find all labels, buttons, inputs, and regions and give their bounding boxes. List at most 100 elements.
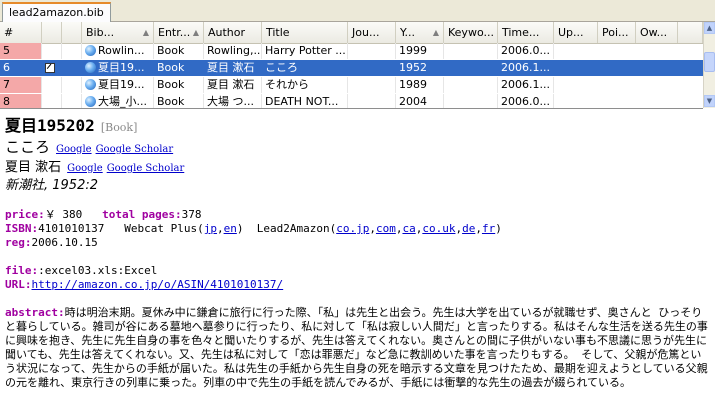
- sort-ascending-icon: ▲: [192, 28, 199, 37]
- isbn-value: 4101010137: [38, 222, 105, 235]
- attachment-cell: [42, 60, 62, 76]
- column-header-updated[interactable]: Up...: [554, 22, 598, 43]
- attachment-cell: [42, 43, 62, 59]
- attachment-cell: [42, 77, 62, 93]
- column-header-extra[interactable]: [678, 22, 703, 43]
- entry-cell: Book: [154, 77, 204, 93]
- reg-line: reg:2006.10.15: [5, 236, 710, 250]
- column-header-title[interactable]: Title: [262, 22, 348, 43]
- google-author-link[interactable]: Google: [67, 163, 103, 174]
- entries-table[interactable]: # Bib... ▲ Entr... ▲ Author Title Jou... Y…: [0, 22, 703, 109]
- column-header-points[interactable]: Poi...: [598, 22, 636, 43]
- column-header-bibtexkey[interactable]: Bib... ▲: [82, 22, 154, 43]
- url-cell: [62, 94, 82, 108]
- entry-key-heading: 夏目195202 [Book]: [5, 116, 710, 138]
- google-title-link[interactable]: Google: [56, 144, 92, 155]
- year-cell: 1952: [396, 60, 444, 76]
- tab-bar: lead2amazon.bib: [0, 0, 715, 22]
- sort-ascending-icon: ▲: [432, 28, 439, 37]
- table-row[interactable]: 5 Rowlin... Book Rowling,... Harry Potte…: [0, 43, 703, 59]
- column-header-icon2[interactable]: [62, 22, 82, 43]
- separator: ,: [369, 222, 376, 235]
- year-cell: 2004: [396, 94, 444, 108]
- year-cell: 1999: [396, 43, 444, 59]
- year-cell: 1989: [396, 77, 444, 93]
- amazon-de-link[interactable]: de: [462, 222, 475, 235]
- title-cell: こころ: [262, 60, 348, 76]
- isbn-line: ISBN:4101010137 Webcat Plus(jp,en) Lead2…: [5, 222, 710, 236]
- field-label: reg:: [5, 236, 32, 249]
- google-scholar-title-link[interactable]: Google Scholar: [96, 144, 174, 155]
- column-label: Y...: [400, 26, 415, 39]
- amazon-co-uk-link[interactable]: co.uk: [422, 222, 455, 235]
- entry-title: こころ: [5, 138, 51, 156]
- column-header-author[interactable]: Author: [204, 22, 262, 43]
- entry-cell: Book: [154, 60, 204, 76]
- column-header-entry[interactable]: Entr... ▲: [154, 22, 204, 43]
- column-header-journal[interactable]: Jou...: [348, 22, 396, 43]
- globe-icon[interactable]: [85, 96, 96, 107]
- scroll-thumb[interactable]: [704, 52, 715, 72]
- timestamp-cell: 2006.0...: [498, 94, 554, 108]
- timestamp-cell: 2006.1...: [498, 60, 554, 76]
- entry-cell: Book: [154, 94, 204, 108]
- amazon-url-link[interactable]: http://amazon.co.jp/o/ASIN/4101010137/: [32, 278, 284, 291]
- url-cell: [62, 43, 82, 59]
- column-label: Entr...: [158, 26, 191, 39]
- timestamp-cell: 2006.0...: [498, 43, 554, 59]
- bibkey-text: 夏目19...: [98, 78, 145, 91]
- entry-key: 夏目195202: [5, 116, 95, 135]
- webcat-en-link[interactable]: en: [224, 222, 237, 235]
- journal-cell: [348, 94, 396, 108]
- tab-lead2amazon[interactable]: lead2amazon.bib: [2, 2, 111, 22]
- google-scholar-author-link[interactable]: Google Scholar: [107, 163, 185, 174]
- table-vertical-scrollbar[interactable]: ▲ ▼: [703, 22, 715, 108]
- amazon-fr-link[interactable]: fr: [482, 222, 495, 235]
- entry-cell: Book: [154, 43, 204, 59]
- amazon-ca-link[interactable]: ca: [402, 222, 415, 235]
- separator: ): [236, 222, 244, 235]
- entry-preview-pane: 夏目195202 [Book] こころ Google Google Scholar 夏…: [0, 113, 715, 414]
- field-label: file:: [5, 264, 39, 277]
- column-header-icon1[interactable]: [42, 22, 62, 43]
- bibkey-cell: Rowlin...: [82, 43, 154, 59]
- entry-type: [Book]: [100, 121, 138, 134]
- table-row-selected[interactable]: 6 夏目19... Book 夏目 漱石 こころ 1952 2006.1...: [0, 60, 703, 76]
- column-header-number[interactable]: #: [0, 22, 42, 43]
- separator: ): [495, 222, 502, 235]
- field-label: abstract:: [5, 306, 65, 319]
- amazon-com-link[interactable]: com: [376, 222, 396, 235]
- entry-publisher: 新潮社, 1952:2: [5, 177, 710, 194]
- row-number: 6: [0, 60, 42, 76]
- bibkey-cell: 夏目19...: [82, 60, 154, 76]
- amazon-co-jp-link[interactable]: co.jp: [336, 222, 369, 235]
- column-header-owner[interactable]: Ow...: [636, 22, 678, 43]
- table-row[interactable]: 7 夏目19... Book 夏目 漱石 それから 1989 2006.1...: [0, 77, 703, 93]
- keywords-cell: [444, 43, 498, 59]
- column-header-keywords[interactable]: Keywo...: [444, 22, 498, 43]
- entry-author: 夏目 漱石: [5, 160, 62, 175]
- price-value: ￥ 380: [44, 208, 83, 221]
- timestamp-cell: 2006.1...: [498, 77, 554, 93]
- file-line: file::excel03.xls:Excel: [5, 264, 710, 278]
- edit-file-icon[interactable]: [45, 63, 56, 73]
- bibkey-cell: 大場_小...: [82, 94, 154, 108]
- webcat-jp-link[interactable]: jp: [204, 222, 217, 235]
- globe-icon[interactable]: [85, 79, 96, 90]
- publisher-text: 新潮社, 1952:2: [5, 178, 98, 193]
- journal-cell: [348, 77, 396, 93]
- separator: ,: [216, 222, 224, 235]
- title-cell: Harry Potter ...: [262, 43, 348, 59]
- table-header: # Bib... ▲ Entr... ▲ Author Title Jou... Y…: [0, 22, 703, 44]
- scroll-up-button[interactable]: ▲: [704, 22, 715, 34]
- scroll-down-button[interactable]: ▼: [704, 95, 715, 107]
- reg-value: 2006.10.15: [31, 236, 98, 249]
- bibkey-text: 夏目19...: [98, 61, 145, 74]
- column-header-timestamp[interactable]: Time...: [498, 22, 554, 43]
- abstract-block: abstract:時は明治末期。夏休み中に鎌倉に旅行に行った際、「私」は先生と出…: [5, 306, 710, 390]
- table-row[interactable]: 8 大場_小... Book 大場 つ... DEATH NOT... 2004…: [0, 94, 703, 108]
- globe-icon[interactable]: [85, 62, 96, 73]
- column-header-year[interactable]: Y... ▲: [396, 22, 444, 43]
- globe-icon[interactable]: [85, 45, 96, 56]
- keywords-cell: [444, 77, 498, 93]
